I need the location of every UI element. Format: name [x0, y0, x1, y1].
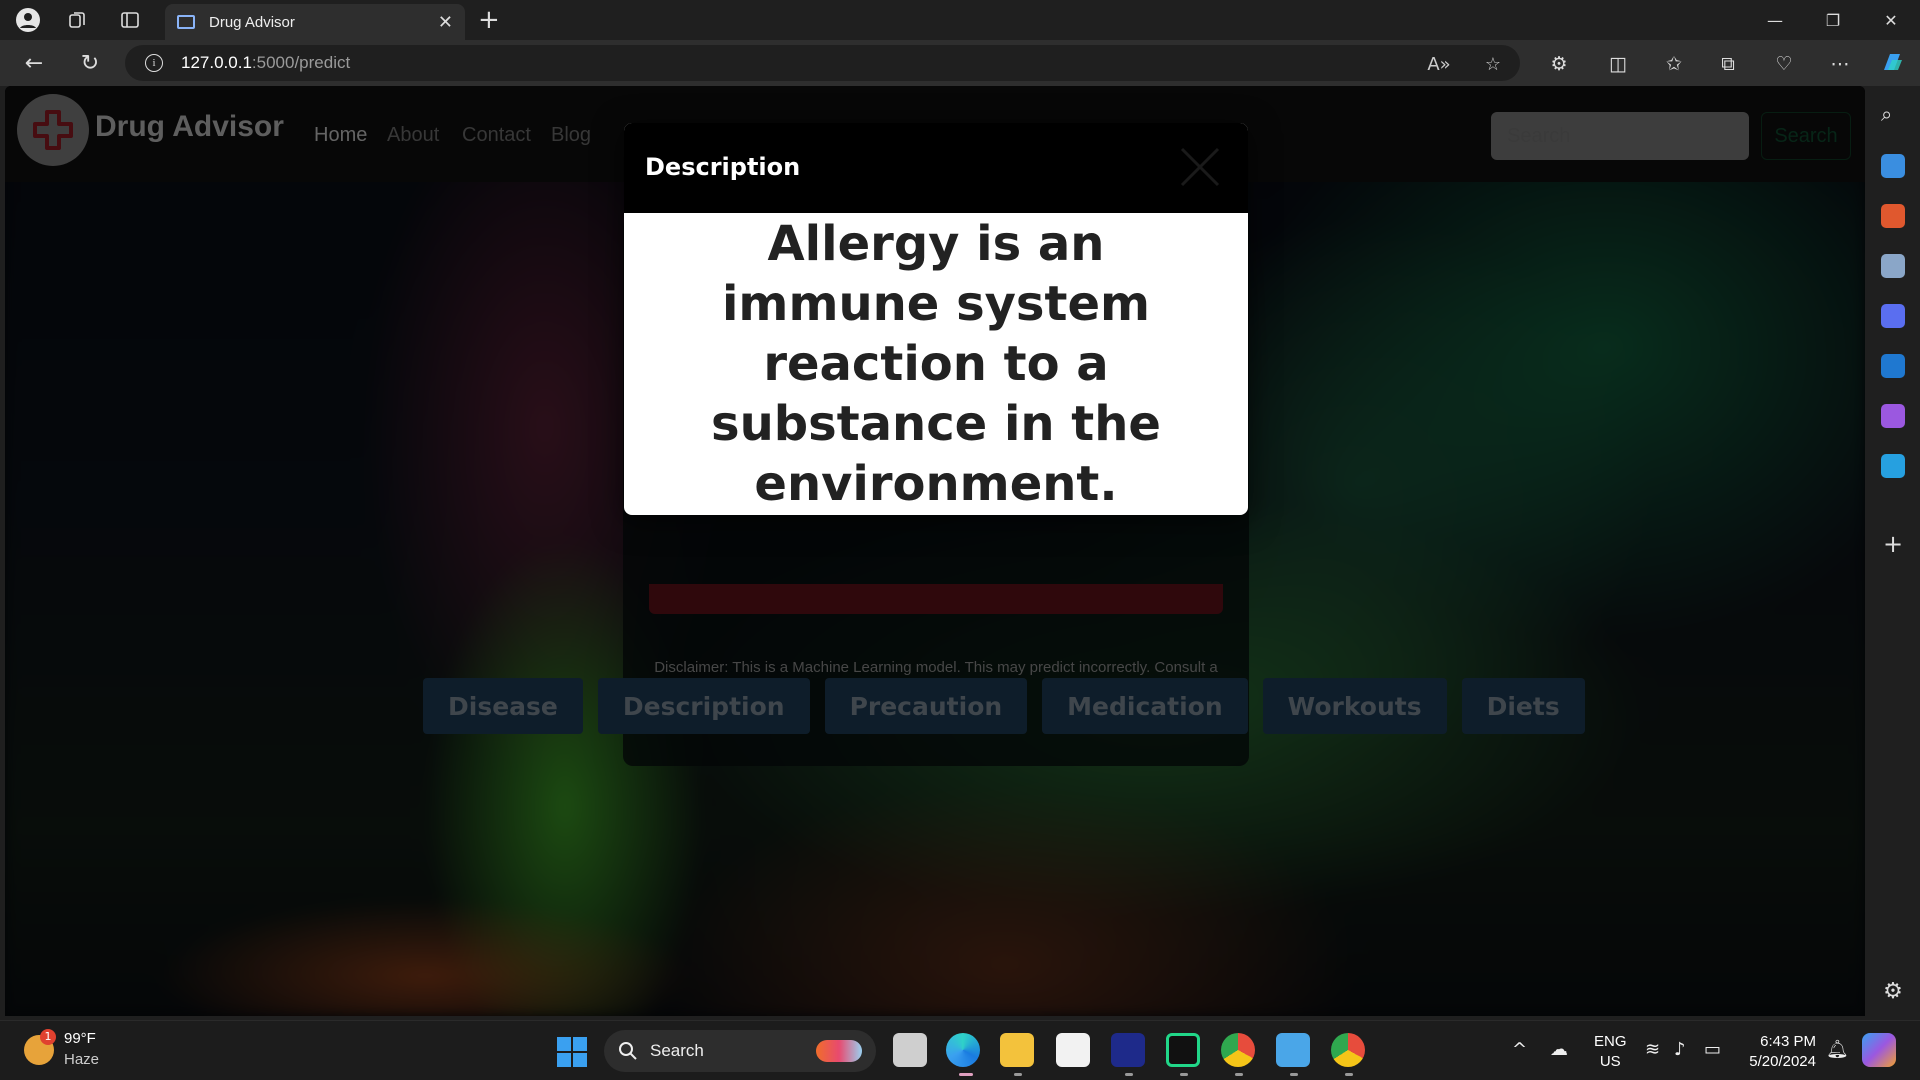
wifi-icon[interactable]: ≋: [1645, 1039, 1660, 1060]
pycharm-icon[interactable]: [1166, 1033, 1200, 1067]
windows-taskbar: 1 99°F Haze Search ^ ☁ ENG US ≋ ♪ ▭ 6:43…: [0, 1020, 1920, 1080]
search-highlight-icon: [816, 1040, 862, 1062]
page-favicon-icon: [177, 15, 195, 29]
favorites-icon[interactable]: ✩: [1660, 50, 1688, 78]
tools-icon[interactable]: [1881, 204, 1905, 228]
chrome-profile-running-indicator: [1345, 1073, 1353, 1076]
input-language[interactable]: ENG US: [1594, 1032, 1627, 1072]
refresh-icon[interactable]: ↻: [74, 48, 106, 78]
edge-active-indicator: [959, 1073, 973, 1076]
battery-icon[interactable]: ▭: [1704, 1039, 1721, 1060]
tab-title: Drug Advisor: [209, 13, 295, 31]
weather-description[interactable]: Haze: [64, 1051, 99, 1068]
copilot-taskbar-icon[interactable]: [1862, 1033, 1896, 1067]
edge-sidebar: ⌕ + ⚙: [1866, 86, 1920, 1020]
collections-icon[interactable]: ⧉: [1714, 50, 1742, 78]
system-clock[interactable]: 6:43 PM 5/20/2024: [1740, 1032, 1816, 1072]
site-info-icon[interactable]: i: [145, 54, 163, 72]
more-menu-icon[interactable]: ⋯: [1826, 50, 1854, 78]
page-viewport: Drug Advisor Home About Contact Blog Sea…: [5, 86, 1865, 1016]
explorer-running-indicator: [1014, 1073, 1022, 1076]
modal-body: Allergy is an immune system reaction to …: [624, 213, 1248, 515]
search-icon[interactable]: ⌕: [1881, 102, 1905, 126]
pycharm-running-indicator: [1180, 1073, 1188, 1076]
clock-date: 5/20/2024: [1749, 1053, 1816, 1070]
modal-description-text: Allergy is an immune system reaction to …: [711, 216, 1161, 512]
browser-tab[interactable]: Drug Advisor ✕: [165, 4, 465, 40]
favorite-star-icon[interactable]: ☆: [1479, 54, 1507, 75]
add-sidebar-app-icon[interactable]: +: [1881, 532, 1905, 556]
show-hidden-icons-icon[interactable]: ^: [1512, 1039, 1527, 1060]
extensions-icon[interactable]: ⚙: [1545, 50, 1573, 78]
modal-close-icon[interactable]: [1176, 143, 1224, 191]
outlook-icon[interactable]: [1881, 354, 1905, 378]
edge-browser-icon[interactable]: [946, 1033, 980, 1067]
url-host: 127.0.0.1: [181, 53, 252, 72]
profile-icon[interactable]: [14, 6, 42, 34]
close-window-icon[interactable]: ✕: [1866, 4, 1916, 36]
browser-essentials-icon[interactable]: ♡: [1770, 50, 1798, 78]
description-modal: Description Allergy is an immune system …: [624, 123, 1248, 515]
send-icon[interactable]: [1881, 454, 1905, 478]
search-icon: [619, 1042, 637, 1060]
modal-title: Description: [645, 153, 801, 181]
chrome-profile-icon[interactable]: [1331, 1033, 1365, 1067]
copilot-icon[interactable]: [1878, 48, 1906, 76]
address-bar[interactable]: i 127.0.0.1:5000/predict A» ☆: [125, 45, 1520, 81]
close-tab-icon[interactable]: ✕: [438, 12, 453, 33]
weather-alert-badge: 1: [40, 1029, 56, 1045]
split-screen-icon[interactable]: ◫: [1604, 50, 1632, 78]
back-icon[interactable]: ←: [18, 48, 50, 78]
webstorm-running-indicator: [1125, 1073, 1133, 1076]
tab-actions-icon[interactable]: [116, 6, 144, 34]
workspaces-icon[interactable]: [64, 6, 92, 34]
modal-header: Description: [624, 123, 1248, 213]
weather-temperature[interactable]: 99°F: [64, 1030, 96, 1047]
microsoft-store-icon[interactable]: [1056, 1033, 1090, 1067]
address-toolbar: ← ↻ i 127.0.0.1:5000/predict A» ☆ ⚙ ◫ ✩ …: [0, 40, 1920, 86]
language-code: ENG: [1594, 1033, 1627, 1050]
microsoft-365-icon[interactable]: [1881, 304, 1905, 328]
webstorm-icon[interactable]: [1111, 1033, 1145, 1067]
games-icon[interactable]: [1881, 254, 1905, 278]
shopping-tag-icon[interactable]: [1881, 154, 1905, 178]
browser-tab-bar: Drug Advisor ✕ + — ❐ ✕: [0, 0, 1920, 40]
start-menu-icon[interactable]: [557, 1037, 587, 1067]
restore-icon[interactable]: ❐: [1808, 4, 1858, 36]
notepad-icon[interactable]: [1276, 1033, 1310, 1067]
chrome-running-indicator: [1235, 1073, 1243, 1076]
new-tab-icon[interactable]: +: [478, 6, 500, 34]
clock-time: 6:43 PM: [1760, 1033, 1816, 1050]
read-aloud-icon[interactable]: A»: [1425, 54, 1453, 75]
onedrive-icon[interactable]: ☁: [1550, 1039, 1568, 1060]
volume-icon[interactable]: ♪: [1674, 1039, 1686, 1060]
notifications-bell-icon[interactable]: 🔔︎: [1826, 1039, 1849, 1060]
region-code: US: [1599, 1053, 1621, 1070]
taskbar-search-label: Search: [650, 1041, 704, 1060]
url-path: :5000/predict: [251, 53, 351, 72]
chrome-icon[interactable]: [1221, 1033, 1255, 1067]
task-view-icon[interactable]: [893, 1033, 927, 1067]
file-explorer-icon[interactable]: [1000, 1033, 1034, 1067]
minimize-icon[interactable]: —: [1750, 4, 1800, 36]
notepad-running-indicator: [1290, 1073, 1298, 1076]
designer-icon[interactable]: [1881, 404, 1905, 428]
sidebar-settings-icon[interactable]: ⚙: [1881, 980, 1905, 1004]
taskbar-search-box[interactable]: Search: [604, 1030, 876, 1072]
